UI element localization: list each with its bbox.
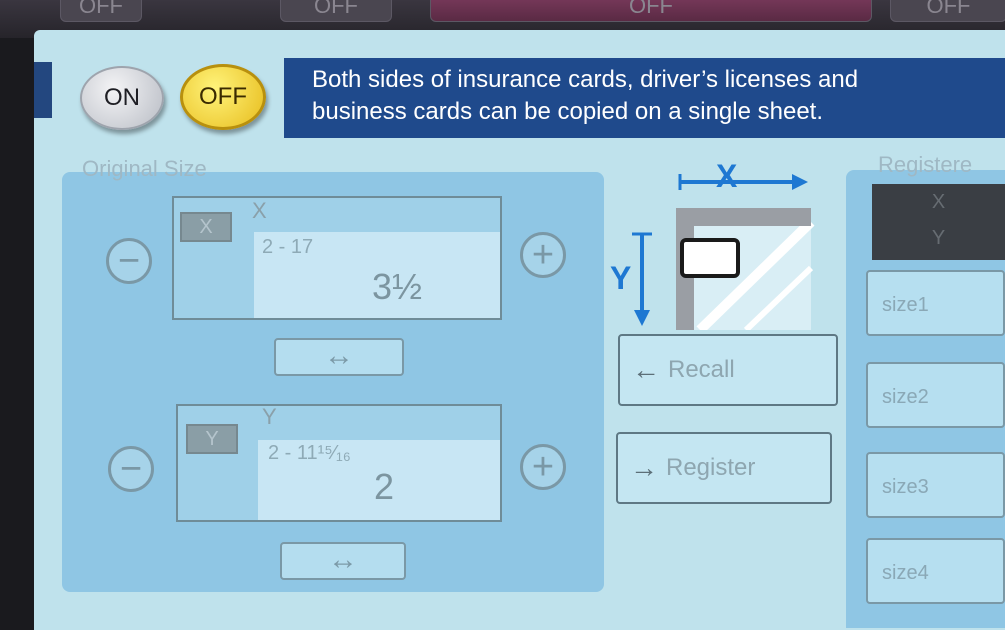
- recall-button[interactable]: ← Recall: [618, 334, 838, 406]
- recall-label: Recall: [668, 356, 735, 383]
- top-tab-4[interactable]: OFF: [890, 0, 1005, 22]
- x-value: 3½: [372, 266, 423, 307]
- left-edge-marker: [34, 62, 52, 118]
- x-letter: X: [252, 198, 267, 223]
- x-decrease-button[interactable]: −: [106, 238, 152, 284]
- y-badge-icon: Y: [186, 424, 238, 454]
- y-value: 2: [374, 466, 395, 507]
- x-axis-label: X: [716, 158, 738, 194]
- y-range: 2 - 11¹⁵⁄₁₆: [268, 442, 351, 464]
- card-diagram: X Y: [606, 158, 816, 334]
- registered-selected-slot[interactable]: X Y: [872, 184, 1005, 260]
- off-button[interactable]: OFF: [180, 64, 266, 130]
- x-swap-button[interactable]: ↔: [274, 338, 404, 376]
- y-axis-label: Y: [610, 260, 632, 296]
- top-tab-1[interactable]: OFF: [60, 0, 142, 22]
- x-range: 2 - 17: [262, 236, 314, 258]
- size2-button[interactable]: size2: [866, 362, 1005, 428]
- registered-x-letter: X: [931, 191, 946, 213]
- registered-label: Registere: [878, 152, 973, 177]
- banner-line-2: business cards can be copied on a single…: [312, 98, 823, 125]
- y-decrease-button[interactable]: −: [108, 446, 154, 492]
- register-label: Register: [666, 454, 756, 481]
- size1-button[interactable]: size1: [866, 270, 1005, 336]
- registered-y-letter: Y: [931, 227, 946, 249]
- y-increase-button[interactable]: +: [520, 444, 566, 490]
- register-button[interactable]: → Register: [616, 432, 832, 504]
- top-tab-3[interactable]: OFF: [430, 0, 872, 22]
- size3-button[interactable]: size3: [866, 452, 1005, 518]
- original-size-label: Original Size: [82, 156, 207, 181]
- info-banner: Both sides of insurance cards, driver’s …: [284, 58, 1005, 138]
- right-arrow-icon: →: [630, 452, 658, 483]
- x-badge-icon: X: [180, 212, 232, 242]
- y-swap-button[interactable]: ↔: [280, 542, 406, 580]
- y-letter: Y: [262, 404, 277, 429]
- top-tab-2[interactable]: OFF: [280, 0, 392, 22]
- size4-button[interactable]: size4: [866, 538, 1005, 604]
- card-diagram-graphic: [632, 174, 815, 334]
- x-increase-button[interactable]: +: [520, 232, 566, 278]
- left-arrow-icon: ←: [632, 354, 660, 385]
- banner-line-1: Both sides of insurance cards, driver’s …: [312, 66, 859, 93]
- on-button[interactable]: ON: [80, 66, 164, 130]
